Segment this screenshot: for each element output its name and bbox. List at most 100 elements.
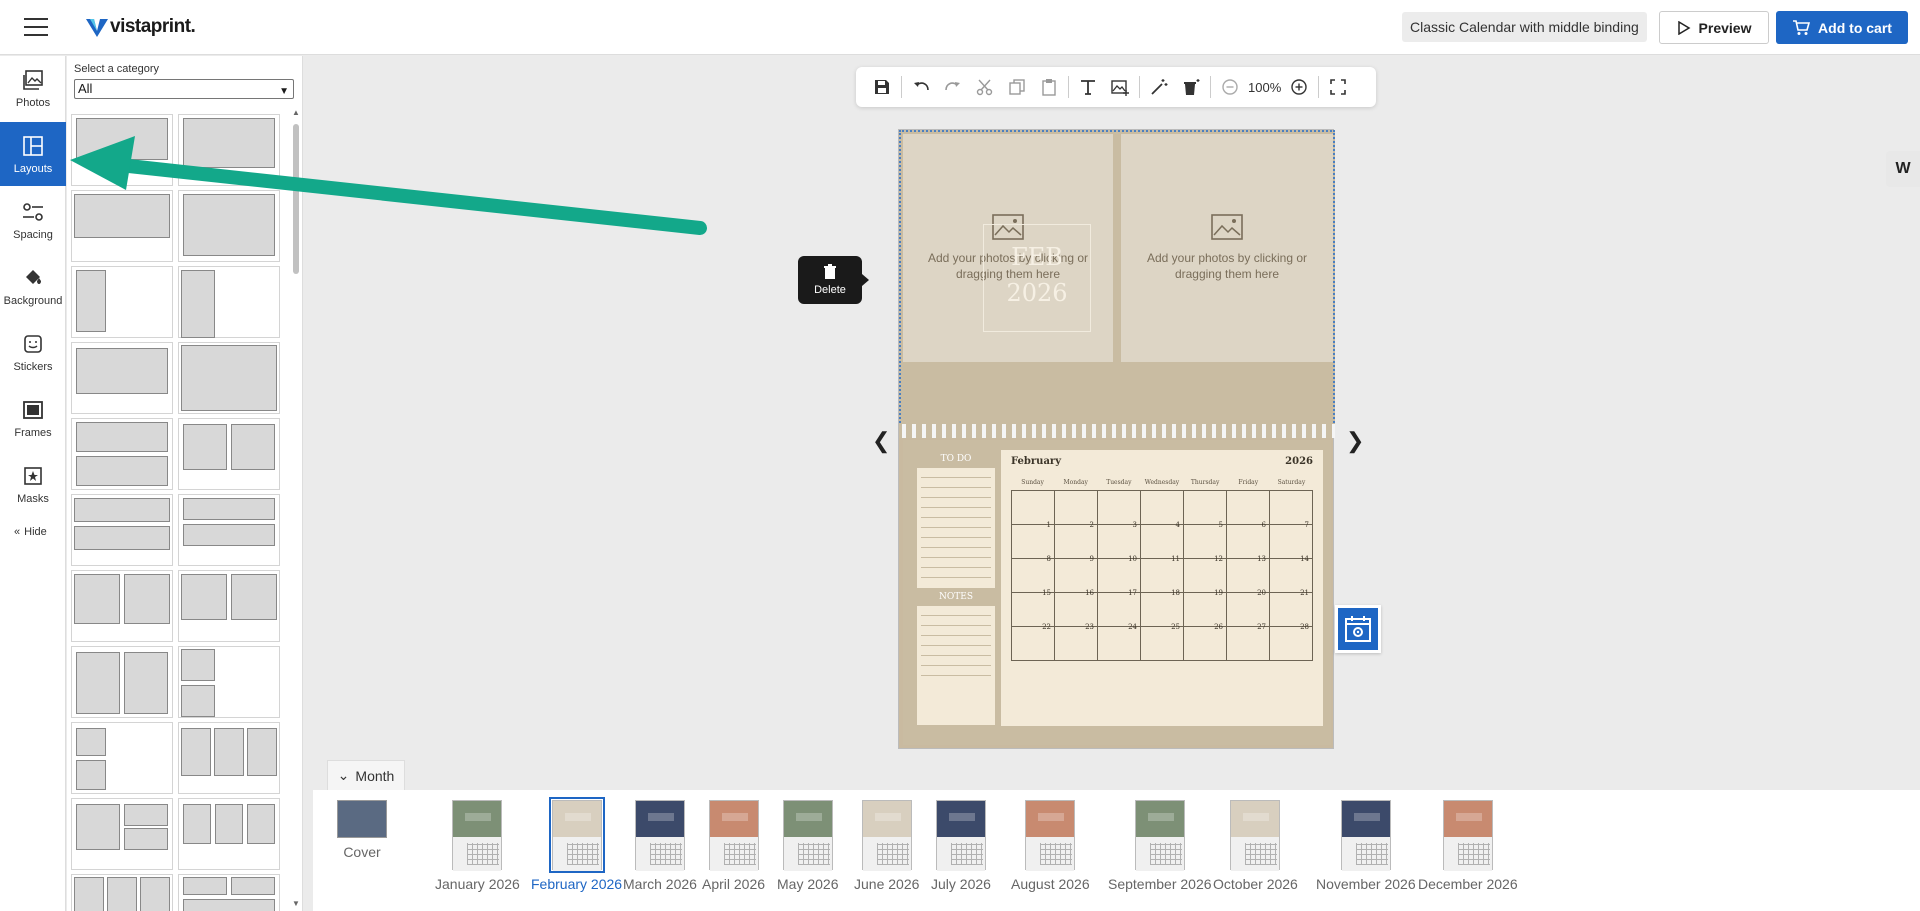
month-thumbnail-december-2026[interactable]: December 2026 bbox=[1418, 800, 1518, 892]
copy-button[interactable] bbox=[1001, 71, 1033, 103]
photo-area-selected[interactable]: Add your photos by clicking or dragging … bbox=[899, 130, 1335, 435]
logo-text: vistaprint. bbox=[110, 16, 196, 37]
layout-thumbnail[interactable] bbox=[71, 342, 173, 414]
layout-thumbnail[interactable] bbox=[71, 570, 173, 642]
layout-thumbnail[interactable] bbox=[71, 494, 173, 566]
month-thumbnail-september-2026[interactable]: September 2026 bbox=[1108, 800, 1212, 892]
layout-thumbnail[interactable] bbox=[71, 722, 173, 794]
layout-thumbnail[interactable] bbox=[178, 418, 280, 490]
hide-panel-button[interactable]: « Hide bbox=[14, 526, 47, 538]
zoom-out-button[interactable] bbox=[1214, 71, 1246, 103]
month-thumbnail-may-2026[interactable]: May 2026 bbox=[777, 800, 838, 892]
day-cell: 14 bbox=[1270, 525, 1313, 563]
layouts-icon bbox=[23, 135, 43, 156]
day-cell: 4 bbox=[1141, 491, 1184, 529]
layout-thumbnail[interactable] bbox=[71, 874, 173, 911]
calendar-settings-button[interactable] bbox=[1335, 605, 1381, 653]
month-label: June 2026 bbox=[854, 876, 920, 892]
layout-thumbnail[interactable] bbox=[178, 494, 280, 566]
day-cell: 25 bbox=[1141, 593, 1184, 631]
double-chevron-left-icon: « bbox=[14, 526, 21, 538]
cut-button[interactable] bbox=[969, 71, 1001, 103]
month-date-box[interactable]: FEB 2026 bbox=[983, 224, 1091, 332]
fullscreen-button[interactable] bbox=[1322, 71, 1354, 103]
redo-icon bbox=[945, 82, 960, 91]
month-preview bbox=[548, 797, 605, 873]
month-preview bbox=[861, 800, 912, 871]
month-thumbnail-march-2026[interactable]: March 2026 bbox=[623, 800, 697, 892]
paste-button[interactable] bbox=[1033, 71, 1065, 103]
category-label: Select a category bbox=[74, 63, 159, 75]
day-cell: 22 bbox=[1012, 593, 1055, 631]
delete-button[interactable]: Delete bbox=[798, 256, 869, 304]
month-thumbnail-august-2026[interactable]: August 2026 bbox=[1011, 800, 1090, 892]
paste-icon bbox=[1042, 79, 1056, 96]
zoom-in-button[interactable] bbox=[1283, 71, 1315, 103]
redo-button[interactable] bbox=[937, 71, 969, 103]
month-abbr: FEB bbox=[1011, 243, 1063, 271]
month-preview bbox=[337, 800, 387, 838]
next-page-button[interactable]: ❯ bbox=[1346, 428, 1364, 454]
rail-label: Photos bbox=[15, 96, 51, 109]
product-name[interactable]: Classic Calendar with middle binding bbox=[1402, 12, 1647, 42]
day-cell-empty bbox=[1141, 627, 1184, 661]
layout-thumbnail[interactable] bbox=[178, 570, 280, 642]
month-thumbnail-january-2026[interactable]: January 2026 bbox=[435, 800, 520, 892]
month-thumbnail-april-2026[interactable]: April 2026 bbox=[702, 800, 765, 892]
vistaprint-logo[interactable]: vistaprint. bbox=[86, 14, 196, 40]
clear-all-button[interactable] bbox=[1175, 71, 1207, 103]
month-thumbnail-june-2026[interactable]: June 2026 bbox=[854, 800, 919, 892]
chevron-down-icon: ▼ bbox=[279, 86, 289, 97]
rail-item-stickers[interactable]: Stickers bbox=[0, 320, 66, 384]
layout-thumbnail[interactable] bbox=[178, 874, 280, 911]
rail-item-frames[interactable]: Frames bbox=[0, 386, 66, 450]
scroll-down-icon[interactable]: ▼ bbox=[292, 899, 300, 908]
layout-thumbnail[interactable] bbox=[178, 646, 280, 718]
image-placeholder-icon bbox=[1211, 214, 1243, 240]
rail-item-spacing[interactable]: Spacing bbox=[0, 188, 66, 252]
widget-w-icon[interactable]: W bbox=[1886, 151, 1920, 187]
image-add-icon bbox=[1111, 80, 1129, 96]
preview-button[interactable]: Preview bbox=[1659, 11, 1769, 44]
rail-item-photos[interactable]: Photos bbox=[0, 56, 66, 120]
layout-thumbnail[interactable] bbox=[71, 266, 173, 338]
day-cell: 27 bbox=[1227, 593, 1270, 631]
add-text-button[interactable] bbox=[1072, 71, 1104, 103]
month-thumbnail-february-2026[interactable]: February 2026 bbox=[531, 797, 623, 892]
layout-thumbnail[interactable] bbox=[178, 798, 280, 870]
calendar-grid-area[interactable]: TO DO NOTES February 2026 Sunday Monday Tu… bbox=[903, 440, 1331, 745]
rail-item-layouts[interactable]: Layouts bbox=[0, 122, 66, 186]
undo-button[interactable] bbox=[905, 71, 937, 103]
month-preview bbox=[708, 800, 759, 871]
month-thumbnail-cover[interactable]: Cover bbox=[337, 800, 387, 860]
category-select[interactable]: All ▼ bbox=[74, 79, 294, 99]
month-thumbnail-july-2026[interactable]: July 2026 bbox=[931, 800, 991, 892]
save-button[interactable] bbox=[866, 71, 898, 103]
previous-page-button[interactable]: ❮ bbox=[872, 428, 890, 454]
app-header: vistaprint. Classic Calendar with middle… bbox=[0, 0, 1920, 55]
month-strip-toggle[interactable]: ⌄ Month bbox=[327, 760, 405, 790]
layout-thumbnail[interactable] bbox=[71, 418, 173, 490]
layout-thumbnail[interactable] bbox=[178, 266, 280, 338]
hide-label: Hide bbox=[24, 526, 47, 538]
month-label: February 2026 bbox=[531, 876, 623, 892]
magic-fill-button[interactable] bbox=[1143, 71, 1175, 103]
layout-thumbnail[interactable] bbox=[71, 798, 173, 870]
day-cell: 1 bbox=[1012, 491, 1055, 529]
add-to-cart-button[interactable]: Add to cart bbox=[1776, 11, 1908, 44]
month-thumbnail-november-2026[interactable]: November 2026 bbox=[1316, 800, 1416, 892]
layout-thumbnail[interactable] bbox=[178, 722, 280, 794]
layout-thumbnail[interactable] bbox=[178, 342, 280, 414]
hamburger-menu-icon[interactable] bbox=[24, 18, 48, 36]
day-cell: 13 bbox=[1227, 525, 1270, 563]
photo-divider bbox=[1113, 134, 1121, 362]
month-thumbnail-october-2026[interactable]: October 2026 bbox=[1213, 800, 1298, 892]
fullscreen-icon bbox=[1330, 79, 1347, 95]
rail-item-background[interactable]: Background bbox=[0, 254, 66, 318]
scroll-up-icon[interactable]: ▲ bbox=[292, 108, 300, 117]
layout-thumbnail[interactable] bbox=[71, 646, 173, 718]
rail-item-masks[interactable]: Masks bbox=[0, 452, 66, 516]
add-image-button[interactable] bbox=[1104, 71, 1136, 103]
photo-slot-right[interactable]: Add your photos by clicking or dragging … bbox=[1121, 134, 1333, 362]
month-title-row: February 2026 bbox=[1011, 456, 1313, 467]
